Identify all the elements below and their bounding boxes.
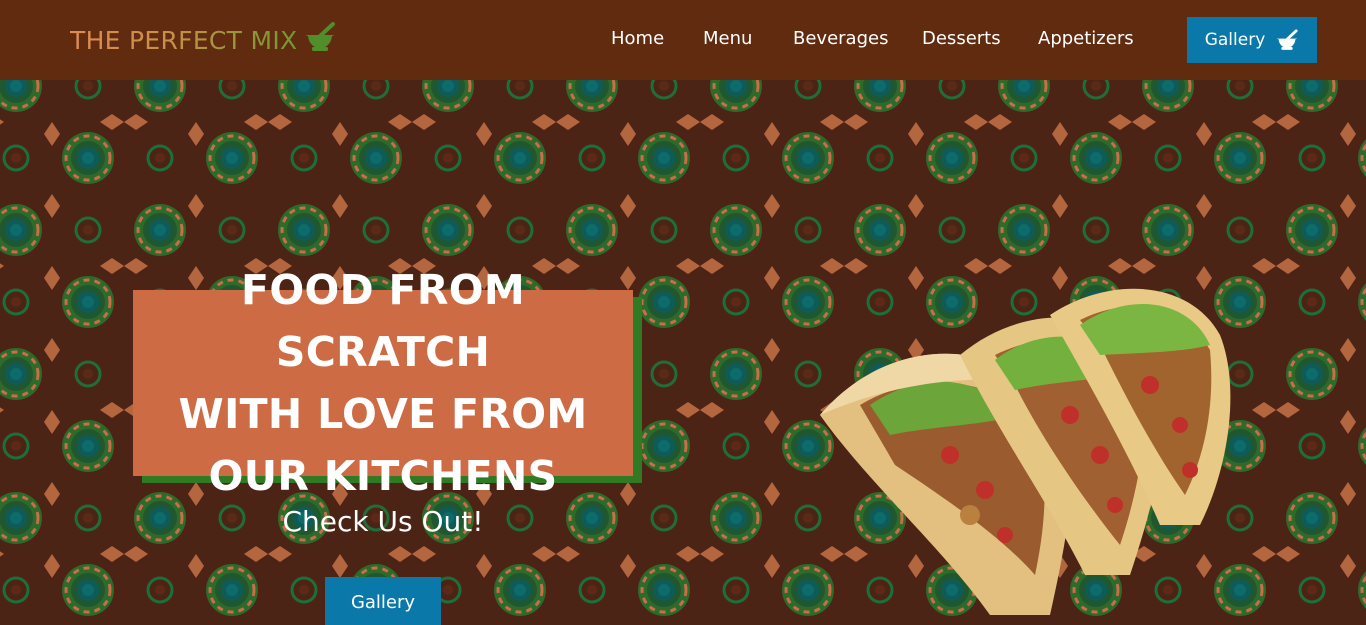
nav-item-home[interactable]: Home	[611, 28, 664, 49]
hero-section: FOOD FROM SCRATCH WITH LOVE FROM OUR KIT…	[0, 80, 1366, 625]
tacos-image	[820, 288, 1231, 615]
nav-item-beverages[interactable]: Beverages	[793, 28, 888, 49]
hero-gallery-button[interactable]: Gallery	[325, 577, 441, 625]
nav-item-menu[interactable]: Menu	[703, 28, 752, 49]
mortar-pestle-icon	[305, 22, 336, 51]
nav-gallery-button[interactable]: Gallery	[1187, 17, 1317, 63]
hero-headline: FOOD FROM SCRATCH WITH LOVE FROM OUR KIT…	[178, 266, 588, 500]
top-navbar: THE PERFECT MIX Home Menu Beverages Dess…	[0, 0, 1366, 80]
nav-item-desserts[interactable]: Desserts	[922, 28, 1001, 49]
nav-gallery-label: Gallery	[1204, 30, 1266, 50]
brand-logo[interactable]: THE PERFECT MIX	[70, 22, 337, 58]
headline-block: FOOD FROM SCRATCH WITH LOVE FROM OUR KIT…	[133, 266, 642, 500]
hero-subheadline: Check Us Out!	[282, 505, 484, 538]
brand-name: THE PERFECT MIX	[70, 25, 298, 55]
mortar-pestle-icon	[1276, 29, 1298, 50]
headline-box: FOOD FROM SCRATCH WITH LOVE FROM OUR KIT…	[133, 266, 633, 500]
nav-item-appetizers[interactable]: Appetizers	[1038, 28, 1134, 49]
